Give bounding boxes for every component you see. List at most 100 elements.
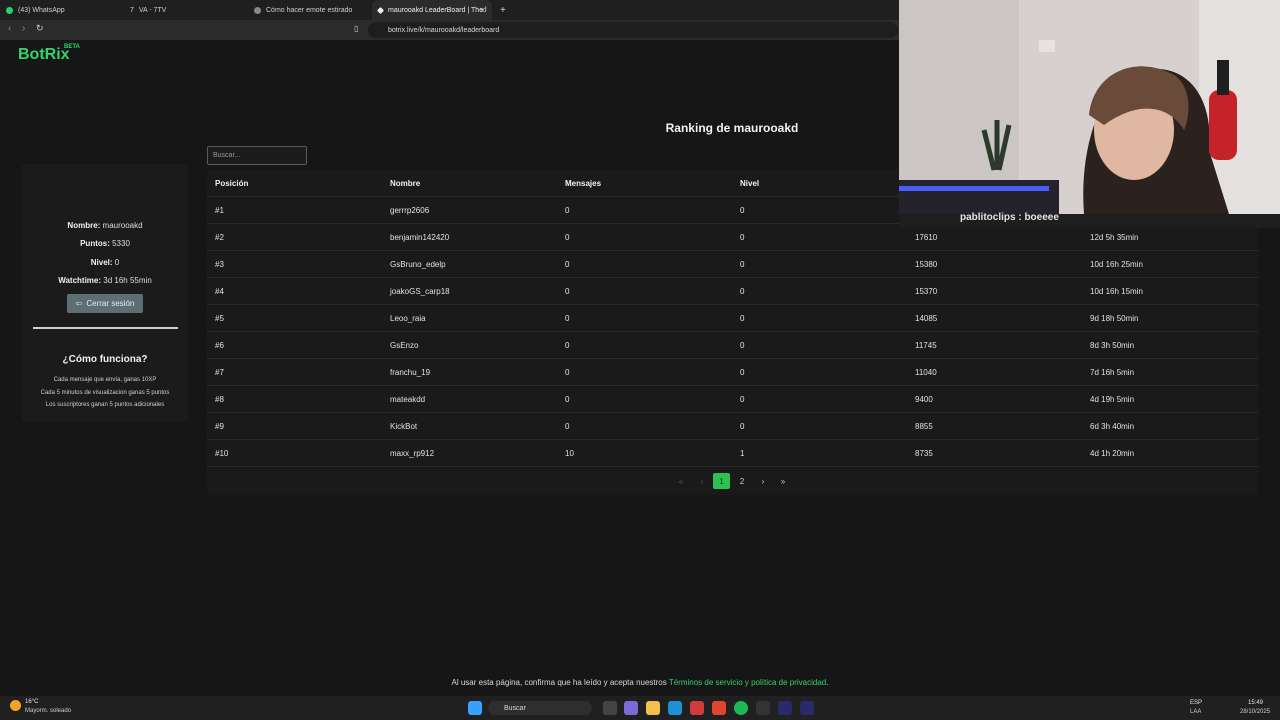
prev-page-button[interactable]: ‹ [696,473,708,489]
tab-label: VA - 7TV [138,6,167,14]
weather-temp[interactable]: 16°C [25,699,38,705]
level-cell: 0 [740,206,745,215]
windows-start-icon[interactable] [468,701,482,715]
chat-overlay: pablitoclips : boeeee [960,212,1059,223]
clock-time[interactable]: 15:49 [1248,700,1263,706]
legal-notice: Al usar esta página, confirma que ha leí… [0,678,1280,687]
tab-leaderboard[interactable]: maurooakd LeaderBoard | The l ✕ [372,0,492,20]
table-row: #6 GsEnzo 0 0 11745 8d 3h 50min [207,332,1258,359]
divider [33,327,178,329]
position-cell: #10 [215,449,229,458]
tab-label: Cómo hacer emote estirado [266,6,353,14]
profile-points: Puntos: 5330 [22,239,188,248]
taskbar-search[interactable]: Buscar [488,701,592,715]
header-position[interactable]: Posición [215,170,248,197]
botrix-icon [376,6,385,14]
how-line: Los suscriptores ganan 5 puntos adiciona… [45,402,165,408]
first-page-button[interactable]: « [675,473,687,489]
level-cell: 0 [740,341,745,350]
webcam-image [899,0,1280,214]
calendar-icon[interactable] [690,701,704,715]
spotify-icon[interactable] [734,701,748,715]
task-view-icon[interactable] [603,701,617,715]
whatsapp-icon [6,6,13,14]
level-cell: 0 [740,233,745,242]
taskbar-search-label: Buscar [504,704,526,712]
points-cell: 15370 [915,287,938,296]
back-icon[interactable]: ‹ [8,23,11,34]
name-cell: GsEnzo [390,341,419,350]
how-line: Cada mensaje que envía, ganas 10XP [53,377,157,383]
header-level[interactable]: Nivel [740,170,759,197]
bookmark-icon[interactable]: ▯ [354,24,358,33]
position-cell: #5 [215,314,224,323]
position-cell: #1 [215,206,224,215]
header-name[interactable]: Nombre [390,170,420,197]
address-bar[interactable]: botrix.live/k/maurooakd/leaderboard [368,22,898,38]
level-cell: 0 [740,260,745,269]
level-cell: 0 [740,287,745,296]
copilot-icon[interactable] [624,701,638,715]
media-encoder-icon[interactable] [800,701,814,715]
search-input[interactable] [207,146,307,165]
messages-cell: 0 [565,341,570,350]
watchtime-cell: 4d 19h 5min [1090,395,1135,404]
botrix-logo[interactable]: BotRix [18,46,70,64]
level-cell: 0 [740,395,745,404]
name-cell: mateakdd [390,395,426,404]
position-cell: #9 [215,422,224,431]
beta-badge: BETA [64,44,80,50]
after-effects-icon[interactable] [778,701,792,715]
globe-icon [254,6,261,14]
next-page-button[interactable]: › [757,473,769,489]
weather-desc: Mayorm. soleado [25,708,72,714]
level-value: 0 [114,258,120,267]
level-cell: 1 [740,449,745,458]
legal-text: Al usar esta página, confirma que ha leí… [451,678,669,687]
url-text: botrix.live/k/maurooakd/leaderboard [388,26,500,34]
position-cell: #3 [215,260,224,269]
close-tab-icon[interactable]: ✕ [479,6,486,15]
messages-cell: 0 [565,287,570,296]
table-row: #5 Leoo_raia 0 0 14085 9d 18h 50min [207,305,1258,332]
obs-icon[interactable] [756,701,770,715]
header-messages[interactable]: Mensajes [565,170,601,197]
points-label: Puntos: [80,239,110,248]
position-cell: #8 [215,395,224,404]
points-cell: 14085 [915,314,938,323]
language-indicator[interactable]: ESP [1190,700,1202,706]
page-2-button[interactable]: 2 [736,473,748,489]
points-cell: 8735 [915,449,933,458]
weather-icon[interactable] [10,700,21,711]
tab-7tv[interactable]: 7 VA - 7TV [124,0,246,20]
brave-icon[interactable] [712,701,726,715]
tab-emote[interactable]: Cómo hacer emote estirado [248,0,370,20]
name-cell: gerrrp2606 [390,206,430,215]
name-label: Nombre: [67,221,101,230]
last-page-button[interactable]: » [777,473,789,489]
webcam-overlay [899,0,1280,214]
forward-icon[interactable]: › [22,23,25,34]
points-cell: 8855 [915,422,933,431]
logout-button[interactable]: ⇦ Cerrar sesión [67,294,143,313]
file-explorer-icon[interactable] [646,701,660,715]
profile-watchtime: Watchtime: 3d 16h 55min [22,276,188,285]
position-cell: #7 [215,368,224,377]
plus-icon: + [500,4,506,16]
reload-icon[interactable]: ↻ [36,23,44,34]
name-cell: joakoGS_carp18 [390,287,450,296]
tab-label: maurooakd LeaderBoard | The l [388,6,487,14]
profile-level: Nivel: 0 [22,258,188,267]
edge-icon[interactable] [668,701,682,715]
table-row: #4 joakoGS_carp18 0 0 15370 10d 16h 15min [207,278,1258,305]
position-cell: #4 [215,287,224,296]
new-tab-button[interactable]: + [494,0,506,20]
page-1-button[interactable]: 1 [713,473,730,489]
points-cell: 15380 [915,260,938,269]
level-cell: 0 [740,314,745,323]
name-cell: KickBot [390,422,418,431]
tab-whatsapp[interactable]: (43) WhatsApp [0,0,122,20]
level-cell: 0 [740,422,745,431]
terms-link[interactable]: Términos de servicio y política de priva… [669,678,826,687]
legal-end: . [826,678,829,687]
